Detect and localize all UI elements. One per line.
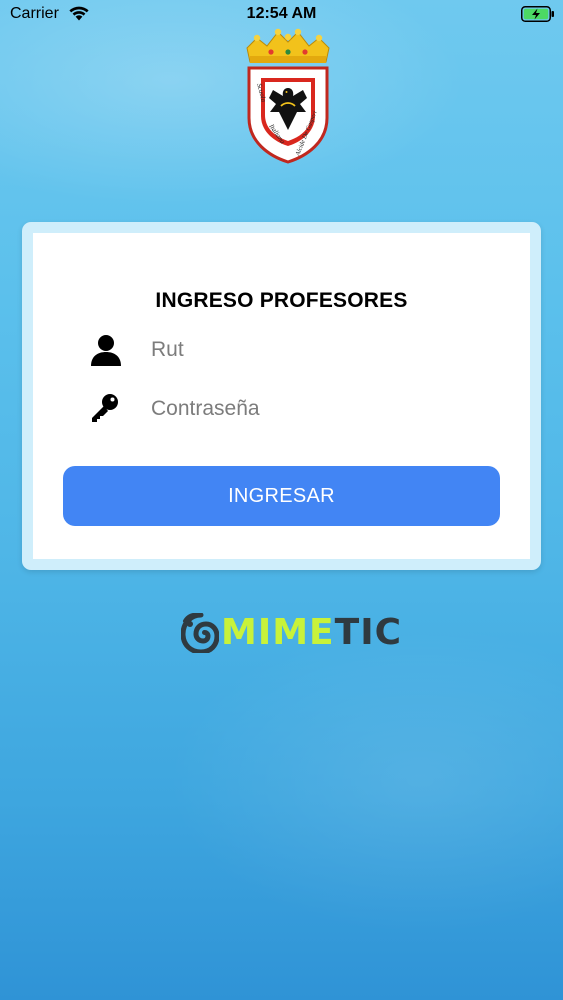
login-form: INGRESO PROFESORES INGRESAR [33,233,530,559]
key-icon [92,394,118,422]
form-title: INGRESO PROFESORES [155,289,408,312]
login-button[interactable]: INGRESAR [63,466,500,526]
chameleon-icon [181,613,219,653]
login-card: INGRESO PROFESORES INGRESAR [22,222,541,570]
school-crest-logo: Scuola Italiana Alcide De Gasperi [246,28,330,164]
password-input[interactable] [151,389,501,429]
mimetic-logo: MIMETIC [181,612,401,656]
rut-input[interactable] [151,330,501,370]
brand-name: MIMETIC [221,612,402,654]
password-field-row [89,389,509,429]
rut-field-row [89,330,509,370]
clock: 12:54 AM [246,5,317,22]
battery-charging-icon [521,6,554,22]
brand-name-part1: MIME [221,612,335,653]
brand-name-part2: TIC [334,612,403,653]
person-icon [91,335,121,366]
